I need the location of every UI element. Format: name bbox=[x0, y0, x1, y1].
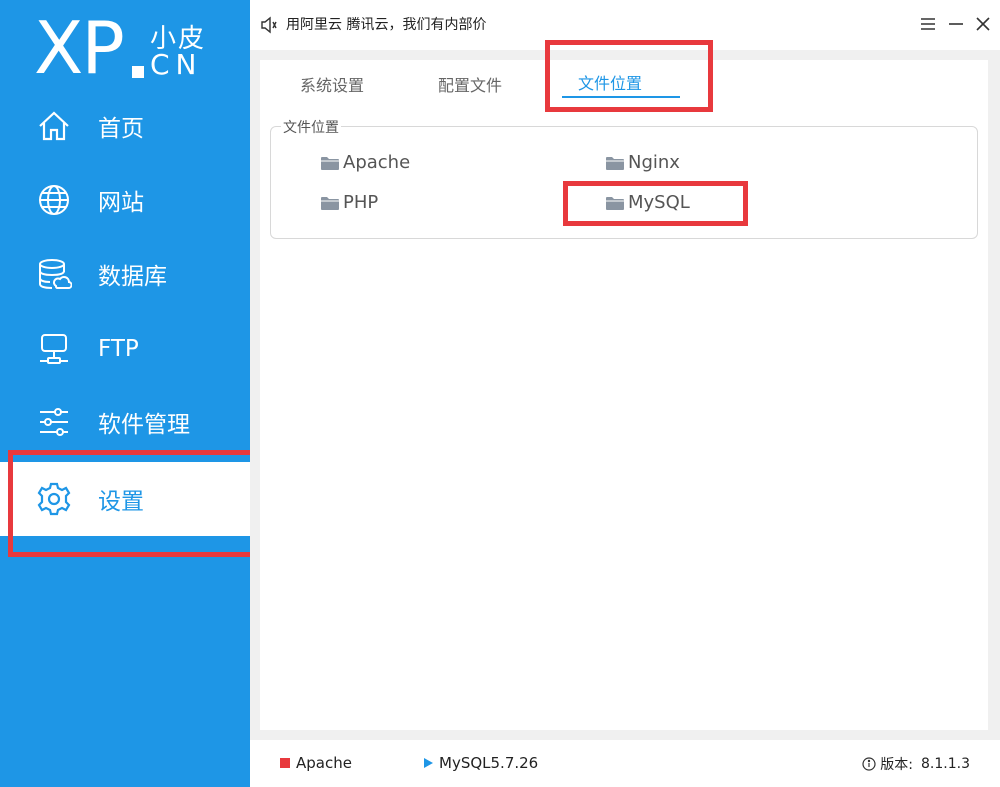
logo-dot bbox=[132, 66, 144, 78]
status-mysql-label: MySQL5.7.26 bbox=[439, 754, 539, 772]
app-logo: XP 小皮 CN bbox=[34, 8, 234, 88]
active-tab-indicator bbox=[562, 96, 680, 98]
sidebar-item-settings[interactable]: 设置 bbox=[0, 462, 250, 536]
logo-xp: XP bbox=[34, 6, 125, 90]
sidebar-item-label: 首页 bbox=[98, 116, 144, 142]
sidebar-item-label: 软件管理 bbox=[98, 412, 190, 438]
folder-php[interactable]: PHP bbox=[321, 192, 378, 213]
folder-label: MySQL bbox=[628, 192, 690, 213]
folder-icon bbox=[606, 196, 624, 210]
minimize-icon bbox=[949, 23, 963, 25]
title-bar: 用阿里云 腾讯云，我们有内部价 bbox=[250, 0, 1000, 50]
status-apache-label: Apache bbox=[296, 754, 352, 772]
promo-notice[interactable]: 用阿里云 腾讯云，我们有内部价 bbox=[286, 14, 486, 34]
version-info: 版本: 8.1.1.3 bbox=[862, 754, 970, 774]
folder-icon bbox=[606, 156, 624, 170]
content-area: 系统设置 配置文件 文件位置 文件位置 Apache Nginx PHP MyS… bbox=[250, 50, 1000, 740]
info-icon bbox=[862, 757, 876, 771]
sidebar-item-label: 数据库 bbox=[98, 264, 167, 290]
folder-nginx[interactable]: Nginx bbox=[606, 152, 680, 173]
sidebar-item-label: 设置 bbox=[98, 489, 144, 515]
sliders-icon bbox=[40, 408, 68, 436]
close-button[interactable] bbox=[971, 12, 995, 36]
file-locations-group: 文件位置 Apache Nginx PHP MySQL bbox=[270, 117, 978, 239]
menu-button[interactable] bbox=[916, 12, 940, 36]
folder-label: Nginx bbox=[628, 152, 680, 173]
status-apache[interactable]: Apache bbox=[280, 754, 352, 772]
tab-file-locations[interactable]: 文件位置 bbox=[578, 70, 642, 94]
database-icon bbox=[39, 259, 72, 289]
folder-apache[interactable]: Apache bbox=[321, 152, 410, 173]
tab-config-files[interactable]: 配置文件 bbox=[438, 72, 502, 96]
ftp-icon bbox=[40, 334, 68, 364]
sidebar-item-home[interactable]: 首页 bbox=[0, 89, 250, 163]
sidebar-item-website[interactable]: 网站 bbox=[0, 163, 250, 237]
version-label: 版本: bbox=[880, 757, 914, 773]
speaker-icon bbox=[261, 16, 277, 34]
folder-mysql[interactable]: MySQL bbox=[606, 192, 690, 213]
folder-label: Apache bbox=[343, 152, 411, 173]
sidebar: XP 小皮 CN 首页 网站 数据库 FTP 软件管理 设置 bbox=[0, 0, 250, 787]
gear-icon bbox=[37, 482, 71, 516]
group-legend: 文件位置 bbox=[281, 117, 341, 137]
close-icon bbox=[976, 17, 990, 31]
tab-system-settings[interactable]: 系统设置 bbox=[300, 72, 364, 96]
version-number: 8.1.1.3 bbox=[921, 756, 970, 772]
settings-panel: 系统设置 配置文件 文件位置 文件位置 Apache Nginx PHP MyS… bbox=[260, 60, 988, 730]
sidebar-item-ftp[interactable]: FTP bbox=[0, 312, 250, 386]
status-mysql[interactable]: MySQL5.7.26 bbox=[424, 754, 538, 772]
sidebar-item-label: FTP bbox=[98, 336, 139, 362]
status-bar: Apache MySQL5.7.26 版本: 8.1.1.3 bbox=[250, 740, 1000, 787]
minimize-button[interactable] bbox=[944, 12, 968, 36]
globe-icon bbox=[39, 185, 69, 215]
home-icon bbox=[39, 111, 69, 141]
logo-sub-bottom: CN bbox=[150, 48, 203, 81]
sidebar-item-database[interactable]: 数据库 bbox=[0, 237, 250, 311]
sidebar-item-software[interactable]: 软件管理 bbox=[0, 385, 250, 459]
menu-icon bbox=[921, 18, 935, 30]
folder-icon bbox=[321, 196, 339, 210]
play-icon bbox=[424, 758, 433, 768]
folder-icon bbox=[321, 156, 339, 170]
folder-label: PHP bbox=[343, 192, 379, 213]
stopped-indicator-icon bbox=[280, 758, 290, 768]
sidebar-item-label: 网站 bbox=[98, 190, 144, 216]
